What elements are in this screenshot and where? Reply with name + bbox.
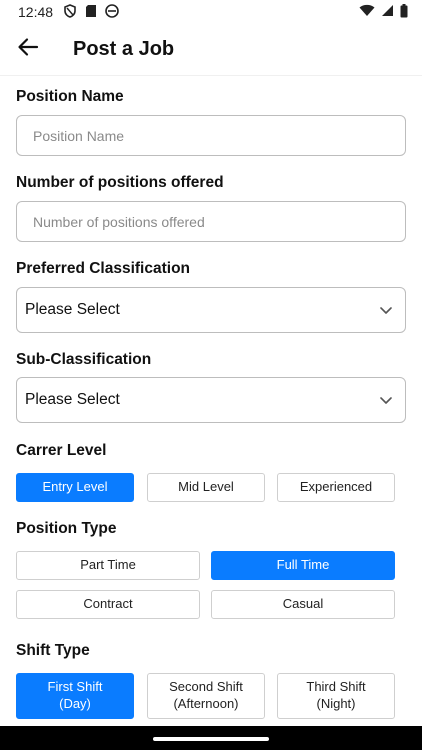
- shift-third-period: (Night): [316, 696, 356, 711]
- sub-classification-label: Sub-Classification: [16, 351, 152, 368]
- preferred-classification-select[interactable]: Please Select: [16, 287, 406, 333]
- shift-type-third-chip[interactable]: Third Shift (Night): [277, 673, 395, 719]
- sub-classification-select[interactable]: Please Select: [16, 377, 406, 423]
- career-level-experienced-chip[interactable]: Experienced: [277, 473, 395, 502]
- position-type-casual-chip[interactable]: Casual: [211, 590, 395, 619]
- home-gesture-handle[interactable]: [153, 737, 269, 741]
- career-level-mid-chip[interactable]: Mid Level: [147, 473, 265, 502]
- position-type-label: Position Type: [16, 520, 117, 537]
- shift-first-name: First Shift: [47, 679, 103, 695]
- chevron-down-icon: [379, 396, 393, 405]
- chevron-down-icon: [379, 306, 393, 315]
- system-nav-bar: [0, 726, 422, 750]
- page-title: Post a Job: [73, 38, 175, 60]
- position-name-label: Position Name: [16, 88, 124, 105]
- status-bar: 12:48: [0, 0, 422, 24]
- shift-type-first-chip[interactable]: First Shift (Day): [16, 673, 134, 719]
- sub-classification-value: Please Select: [25, 391, 120, 408]
- app-notification-icon: [105, 3, 119, 21]
- shift-type-label: Shift Type: [16, 642, 90, 659]
- position-type-part-time-chip[interactable]: Part Time: [16, 551, 200, 580]
- cellular-signal-icon: [381, 4, 394, 20]
- position-name-input[interactable]: [16, 115, 406, 156]
- shift-second-period: (Afternoon): [173, 696, 239, 711]
- app-bar: Post a Job: [0, 24, 422, 76]
- status-time: 12:48: [18, 4, 54, 20]
- positions-offered-label: Number of positions offered: [16, 174, 224, 191]
- battery-icon: [400, 3, 408, 21]
- wifi-icon: [359, 4, 375, 20]
- preferred-classification-label: Preferred Classification: [16, 260, 191, 277]
- arrow-left-icon: [17, 36, 39, 63]
- positions-offered-input[interactable]: [16, 201, 406, 242]
- career-level-entry-chip[interactable]: Entry Level: [16, 473, 134, 502]
- back-button[interactable]: [8, 30, 48, 70]
- sd-card-icon: [85, 4, 97, 21]
- position-type-contract-chip[interactable]: Contract: [16, 590, 200, 619]
- shift-type-second-chip[interactable]: Second Shift (Afternoon): [147, 673, 265, 719]
- shift-third-name: Third Shift: [306, 679, 366, 695]
- preferred-classification-value: Please Select: [25, 301, 120, 318]
- position-type-full-time-chip[interactable]: Full Time: [211, 551, 395, 580]
- shield-icon: [63, 3, 77, 21]
- shift-second-name: Second Shift: [169, 679, 243, 695]
- shift-first-period: (Day): [59, 696, 91, 711]
- career-level-label: Carrer Level: [16, 442, 107, 459]
